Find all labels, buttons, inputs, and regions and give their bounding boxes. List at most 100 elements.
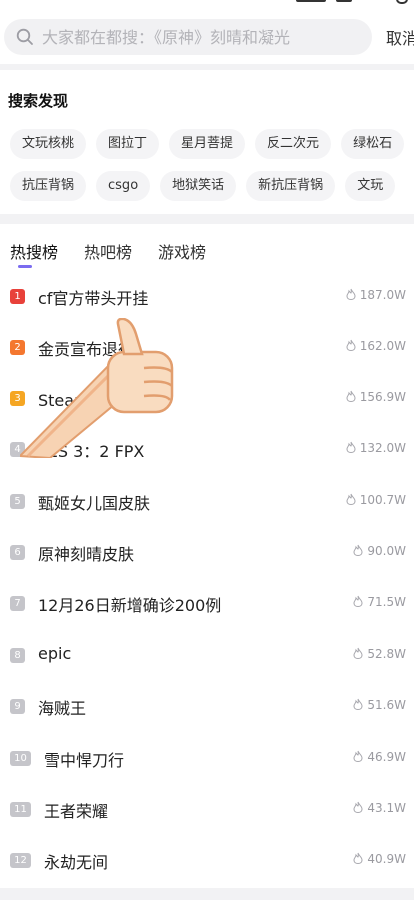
search-icon xyxy=(16,28,33,45)
discover-chip[interactable]: 文玩核桃 xyxy=(10,129,87,159)
heat-value: 162.0W xyxy=(359,339,406,353)
heat-value: 132.0W xyxy=(359,441,406,455)
flame-icon xyxy=(346,441,356,453)
status-icon xyxy=(396,0,408,4)
heat-count: 43.1W xyxy=(353,801,406,815)
discover-chip[interactable]: 地狱笑话 xyxy=(160,171,237,201)
flame-icon xyxy=(353,698,363,710)
list-item[interactable]: 4 TES 3：2 FPX 132.0W xyxy=(0,425,414,475)
heat-value: 46.9W xyxy=(367,750,406,764)
divider xyxy=(0,214,414,224)
list-item[interactable]: 7 12月26日新增确诊200例 71.5W xyxy=(0,579,414,629)
list-item-title: 金贡宣布退役 xyxy=(38,340,135,359)
list-item-title: 永劫无间 xyxy=(44,853,109,872)
rank-badge: 4 xyxy=(10,442,25,457)
divider xyxy=(0,64,414,70)
status-icon xyxy=(336,0,352,2)
rank-badge: 2 xyxy=(10,340,25,355)
discover-chip[interactable]: 图拉丁 xyxy=(96,129,160,159)
rank-badge: 7 xyxy=(10,596,25,611)
heat-count: 40.9W xyxy=(353,852,406,866)
list-item-title: 王者荣耀 xyxy=(44,802,109,821)
rank-badge: 3 xyxy=(10,391,25,406)
list-item-title: Steam夏日榜 xyxy=(38,391,138,410)
heat-count: 132.0W xyxy=(346,441,406,455)
discover-chip[interactable]: 星月菩提 xyxy=(169,129,246,159)
flame-icon xyxy=(353,595,363,607)
list-item[interactable]: 1 cf官方带头开挂 187.0W xyxy=(0,272,414,322)
flame-icon xyxy=(346,288,356,300)
discover-chip[interactable]: 抗压背锅 xyxy=(10,171,87,201)
list-item[interactable]: 12 永劫无间 40.9W xyxy=(0,836,414,886)
flame-icon xyxy=(353,852,363,864)
heat-count: 51.6W xyxy=(353,698,406,712)
discover-chip[interactable]: csgo xyxy=(96,171,151,201)
list-item[interactable]: 9 海贼王 51.6W xyxy=(0,682,414,732)
search-bar: 取消 xyxy=(0,12,414,62)
status-icon xyxy=(296,0,326,2)
list-item-title: 雪中悍刀行 xyxy=(44,751,125,770)
heat-count: 46.9W xyxy=(353,750,406,764)
list-item[interactable]: 6 原神刻晴皮肤 90.0W xyxy=(0,528,414,578)
heat-count: 71.5W xyxy=(353,595,406,609)
tab-game[interactable]: 游戏榜 xyxy=(158,240,206,270)
rank-badge: 12 xyxy=(10,853,31,868)
search-box[interactable] xyxy=(4,19,372,55)
flame-icon xyxy=(346,493,356,505)
discover-title: 搜索发现 xyxy=(8,92,69,110)
list-item-title: 12月26日新增确诊200例 xyxy=(38,596,222,615)
list-item-title: TES 3：2 FPX xyxy=(38,442,145,461)
rank-badge: 10 xyxy=(10,751,31,766)
flame-icon xyxy=(346,339,356,351)
list-item-title: epic xyxy=(38,644,72,663)
active-tab-indicator xyxy=(18,265,32,268)
list-item[interactable]: 10 雪中悍刀行 46.9W xyxy=(0,734,414,784)
flame-icon xyxy=(353,647,363,659)
rank-badge: 11 xyxy=(10,802,31,817)
heat-value: 90.0W xyxy=(367,544,406,558)
heat-count: 52.8W xyxy=(353,647,406,661)
flame-icon xyxy=(346,390,356,402)
list-item-title: cf官方带头开挂 xyxy=(38,289,149,308)
heat-value: 43.1W xyxy=(367,801,406,815)
list-item[interactable]: 5 甄姬女儿国皮肤 100.7W xyxy=(0,477,414,527)
list-item-title: 原神刻晴皮肤 xyxy=(38,545,135,564)
discover-chip[interactable]: 绿松石 xyxy=(341,129,405,159)
discover-row: 文玩核桃 图拉丁 星月菩提 反二次元 绿松石 xyxy=(10,129,405,159)
rank-badge: 6 xyxy=(10,545,25,560)
discover-chip[interactable]: 反二次元 xyxy=(255,129,332,159)
search-input[interactable] xyxy=(42,19,362,55)
divider xyxy=(0,888,414,900)
heat-value: 187.0W xyxy=(359,288,406,302)
status-bar xyxy=(0,0,414,8)
list-item[interactable]: 11 王者荣耀 43.1W xyxy=(0,785,414,835)
discover-chip[interactable]: 新抗压背锅 xyxy=(246,171,336,201)
heat-count: 162.0W xyxy=(346,339,406,353)
heat-value: 52.8W xyxy=(367,647,406,661)
list-item[interactable]: 8 epic 52.8W xyxy=(0,631,414,681)
discover-row: 抗压背锅 csgo 地狱笑话 新抗压背锅 文玩 xyxy=(10,171,396,201)
heat-value: 100.7W xyxy=(359,493,406,507)
heat-count: 156.9W xyxy=(346,390,406,404)
heat-count: 100.7W xyxy=(346,493,406,507)
list-item-title: 海贼王 xyxy=(38,699,87,718)
search-page: 取消 搜索发现 文玩核桃 图拉丁 星月菩提 反二次元 绿松石 抗压背锅 csgo… xyxy=(0,0,414,900)
tab-hot-bar[interactable]: 热吧榜 xyxy=(84,240,132,270)
heat-value: 71.5W xyxy=(367,595,406,609)
rank-badge: 5 xyxy=(10,494,25,509)
flame-icon xyxy=(353,750,363,762)
flame-icon xyxy=(353,544,363,556)
rank-badge: 1 xyxy=(10,289,25,304)
discover-chip[interactable]: 文玩 xyxy=(345,171,396,201)
list-item[interactable]: 2 金贡宣布退役 162.0W xyxy=(0,323,414,373)
rank-tabs: 热搜榜 热吧榜 游戏榜 xyxy=(10,240,206,276)
list-item-title: 甄姬女儿国皮肤 xyxy=(38,494,151,513)
heat-value: 51.6W xyxy=(367,698,406,712)
heat-value: 156.9W xyxy=(359,390,406,404)
rank-badge: 9 xyxy=(10,699,25,714)
heat-value: 40.9W xyxy=(367,852,406,866)
rank-badge: 8 xyxy=(10,648,25,663)
flame-icon xyxy=(353,801,363,813)
list-item[interactable]: 3 Steam夏日榜 156.9W xyxy=(0,374,414,424)
cancel-button[interactable]: 取消 xyxy=(386,24,414,50)
